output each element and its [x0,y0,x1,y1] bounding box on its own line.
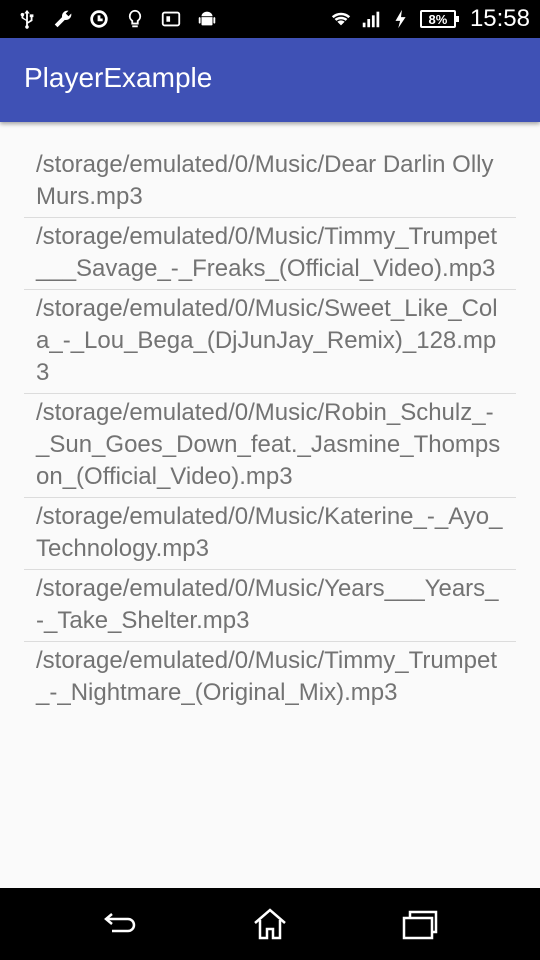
battery-percentage: 8% [428,11,448,27]
sync-icon [88,8,110,30]
list-item[interactable]: /storage/emulated/0/Music/Dear Darlin Ol… [24,146,516,218]
app-bar: PlayerExample [0,38,540,122]
list-item[interactable]: /storage/emulated/0/Music/Timmy_Trumpet_… [24,642,516,713]
charging-icon [390,8,412,30]
clock: 15:58 [469,5,530,32]
wrench-icon [52,8,74,30]
android-icon [196,8,218,30]
list-item[interactable]: /storage/emulated/0/Music/Sweet_Like_Col… [24,290,516,394]
status-bar: 8% 15:58 [0,0,540,38]
battery-icon: 8% [419,10,459,28]
list-item[interactable]: /storage/emulated/0/Music/Robin_Schulz_-… [24,394,516,498]
recents-button[interactable] [400,906,440,942]
usb-icon [16,8,38,30]
sim-card-icon [160,8,182,30]
list-item[interactable]: /storage/emulated/0/Music/Years___Years_… [24,570,516,642]
song-list: /storage/emulated/0/Music/Dear Darlin Ol… [24,146,516,713]
navigation-bar [0,888,540,960]
app-title: PlayerExample [24,62,213,93]
back-button[interactable] [100,906,140,942]
signal-icon [360,8,382,30]
lightbulb-icon [124,8,146,30]
recents-icon [402,910,438,940]
list-item[interactable]: /storage/emulated/0/Music/Timmy_Trumpet_… [24,218,516,290]
list-item[interactable]: /storage/emulated/0/Music/Katerine_-_Ayo… [24,498,516,570]
back-icon [104,913,136,933]
wifi-icon [330,8,352,30]
home-button[interactable] [250,906,290,942]
home-icon [254,908,286,940]
